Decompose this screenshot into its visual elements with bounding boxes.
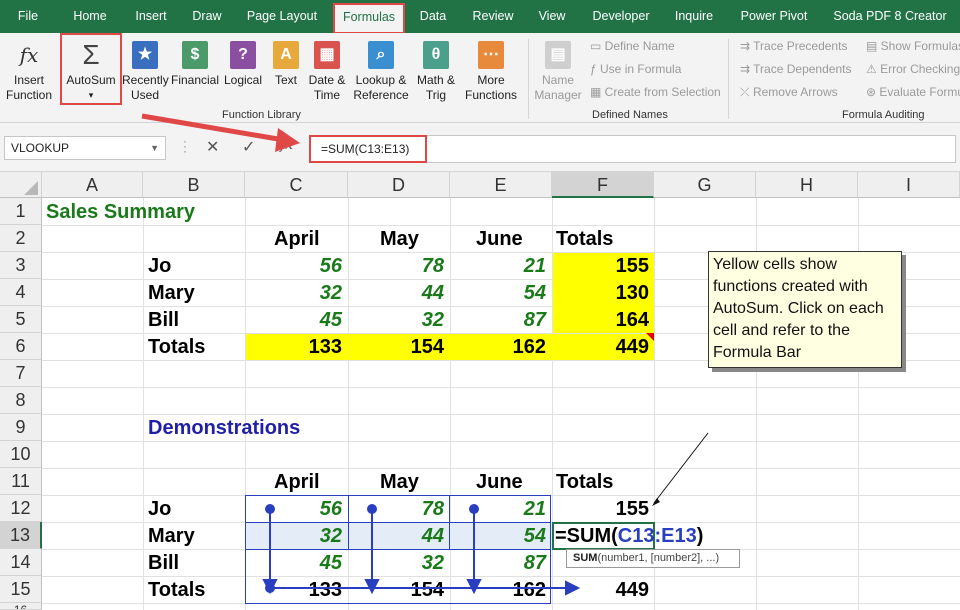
function-tooltip[interactable]: SUM(number1, [number2], ...) bbox=[566, 549, 740, 568]
worksheet-grid[interactable]: A B C D E F G H I 1 2 3 4 5 6 7 8 9 10 1… bbox=[0, 172, 960, 610]
annotation-arrows bbox=[262, 432, 709, 596]
comment-note[interactable]: Yellow cells show functions created with… bbox=[708, 251, 902, 368]
tooltip-arguments: (number1, [number2], ...) bbox=[597, 552, 720, 564]
callout-arrow bbox=[141, 113, 300, 152]
tooltip-function-name: SUM bbox=[573, 552, 598, 564]
